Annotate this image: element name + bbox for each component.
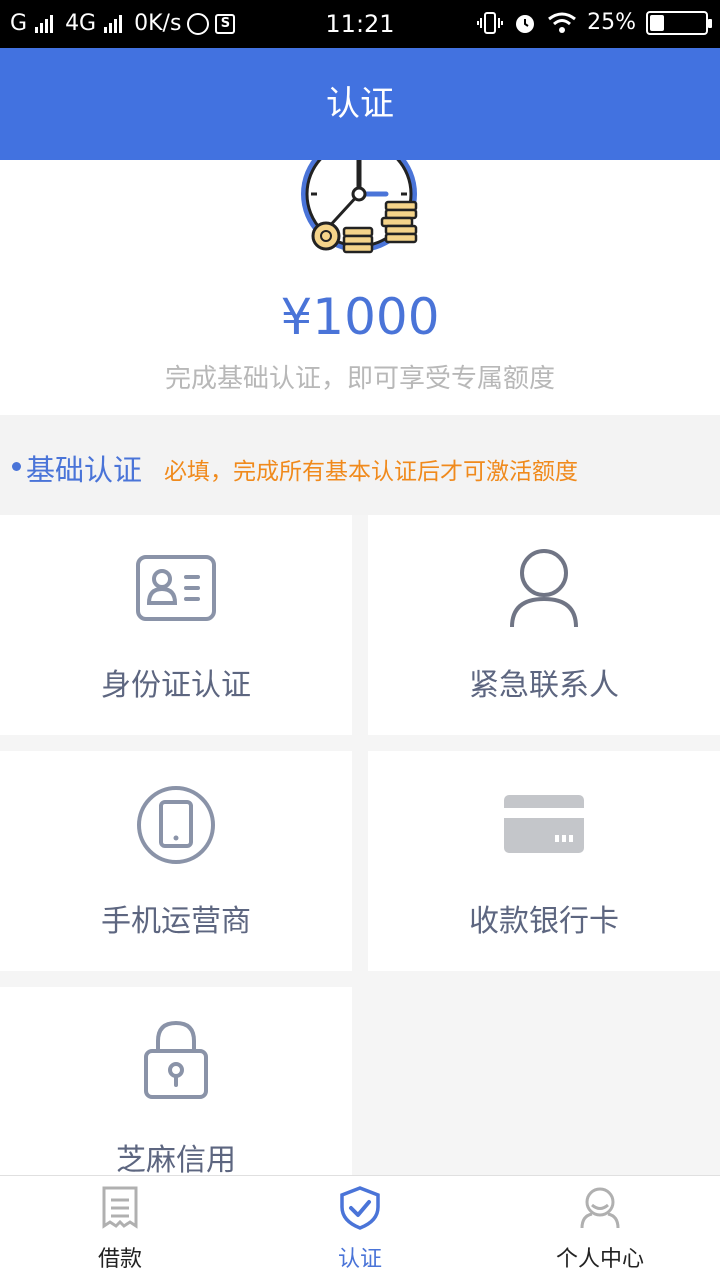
hero-subtitle: 完成基础认证，即可享受专属额度	[164, 364, 555, 394]
card-label: 手机运营商	[101, 904, 251, 939]
tab-bar: 借款 认证 个人中心	[0, 1175, 720, 1280]
clock-coins-icon	[301, 160, 418, 254]
tab-profile[interactable]: 个人中心	[480, 1176, 720, 1280]
card-bank-card[interactable]: 收款银行卡	[368, 751, 720, 971]
card-label: 紧急联系人	[469, 668, 619, 703]
card-mobile-carrier[interactable]: 手机运营商	[0, 751, 352, 971]
tab-label: 认证	[337, 1247, 382, 1272]
tab-label: 借款	[97, 1247, 142, 1272]
section-header: 基础认证 必填，完成所有基本认证后才可激活额度	[0, 415, 720, 515]
section-title: 基础认证	[26, 453, 143, 487]
user-icon	[580, 1187, 620, 1229]
id-card-icon	[136, 555, 216, 621]
card-label: 收款银行卡	[469, 904, 619, 939]
person-icon	[510, 549, 578, 628]
card-sesame-credit[interactable]: 芝麻信用	[0, 987, 352, 1178]
section-note: 必填，完成所有基本认证后才可激活额度	[164, 459, 578, 485]
tab-label: 个人中心	[555, 1247, 644, 1272]
card-id-verification[interactable]: 身份证认证	[0, 515, 352, 735]
battery-percent: 25%	[587, 10, 636, 35]
card-label: 身份证认证	[101, 668, 251, 703]
bullet-dot	[12, 462, 21, 471]
charging-icon: ⚡	[671, 10, 683, 30]
tab-loan[interactable]: 借款	[0, 1176, 240, 1280]
bank-card-icon	[504, 795, 584, 853]
wifi-icon	[548, 12, 577, 33]
status-bar: G 4G 0K/s S 11:21 25% ⚡	[0, 0, 720, 48]
status-right: 25% ⚡	[477, 10, 712, 35]
alarm-icon	[516, 14, 535, 33]
card-emergency-contact[interactable]: 紧急联系人	[368, 515, 720, 735]
receipt-icon	[102, 1186, 138, 1229]
credit-amount: ¥1000	[280, 288, 440, 346]
battery-icon: ⚡	[646, 10, 712, 35]
vibrate-icon	[477, 11, 504, 34]
lock-icon	[144, 1020, 208, 1099]
card-label: 芝麻信用	[116, 1143, 236, 1178]
phone-icon	[137, 786, 215, 864]
page-title: 认证	[0, 48, 720, 160]
shield-check-icon	[340, 1186, 380, 1230]
hero-section: ¥1000 完成基础认证，即可享受专属额度	[0, 160, 720, 415]
tab-verify[interactable]: 认证	[240, 1176, 480, 1280]
